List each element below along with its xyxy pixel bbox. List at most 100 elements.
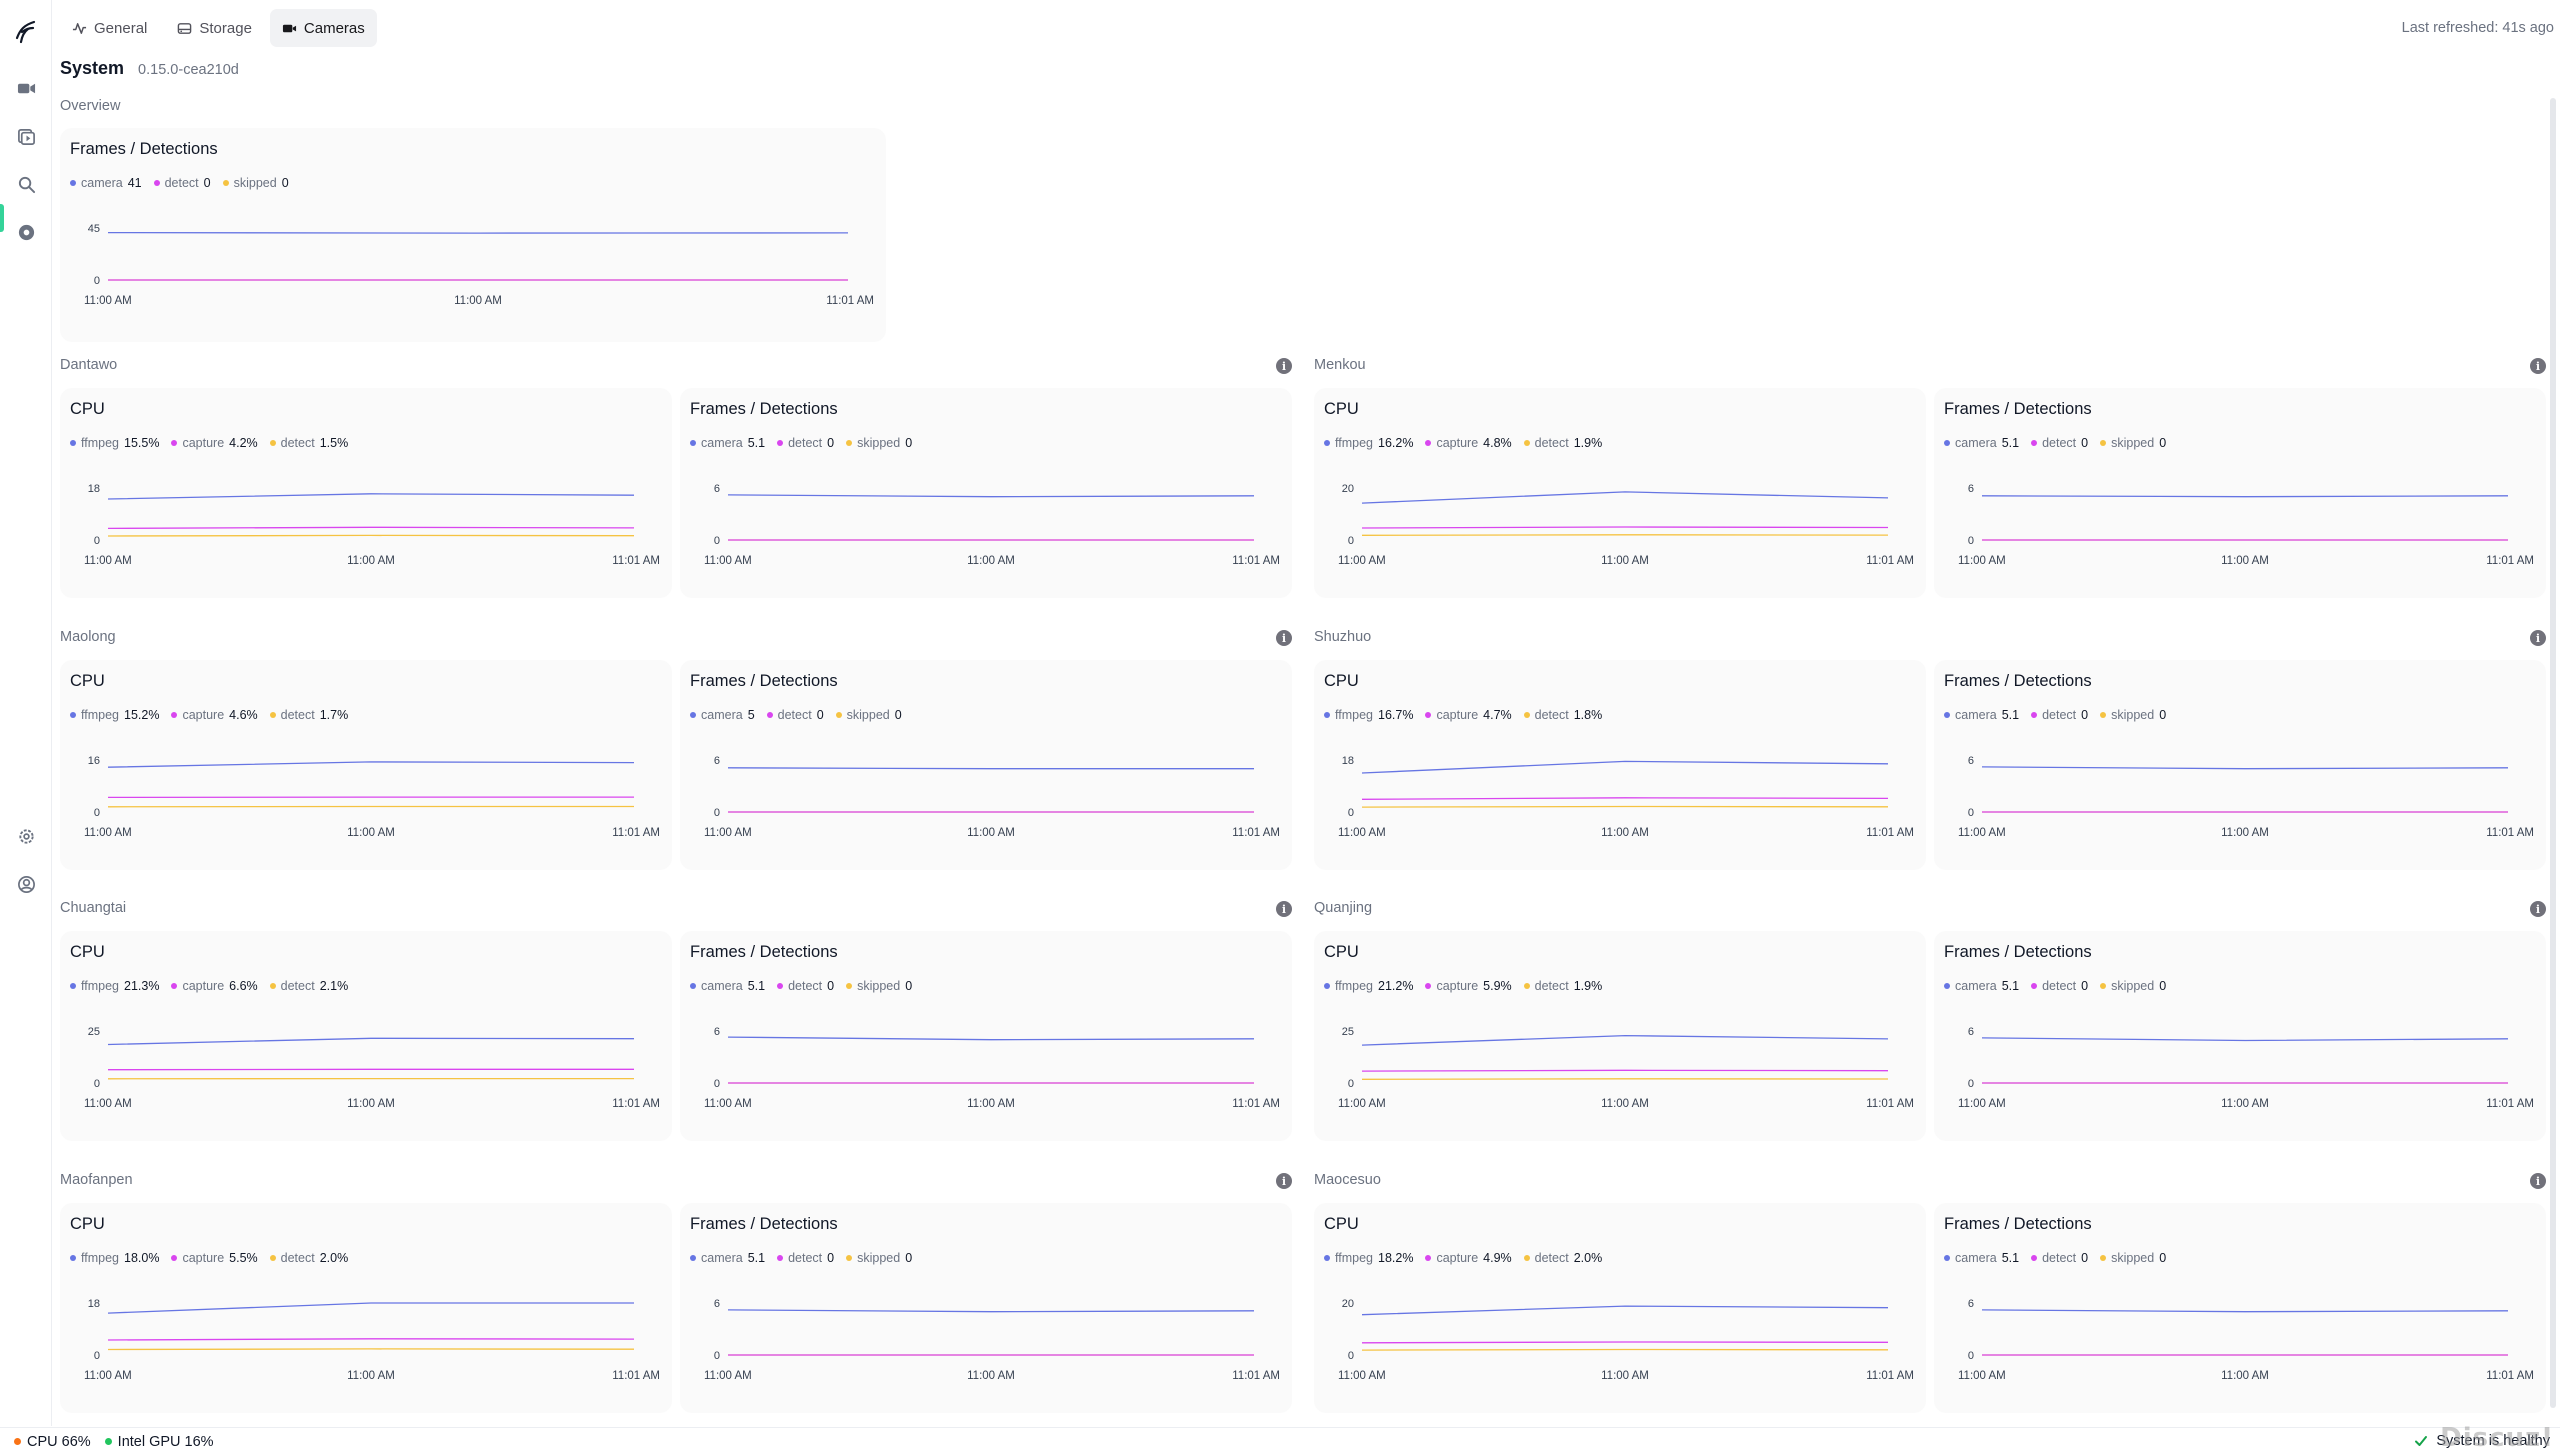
line-chart: 6 0 11:00 AM 11:00 AM 11:01 AM — [704, 483, 1280, 567]
camera-name: Maocesuo — [1314, 1172, 1381, 1188]
series-line-capture — [1361, 797, 1889, 800]
series-line-detect — [107, 1348, 635, 1351]
y-tick-top: 6 — [714, 483, 720, 495]
y-tick-top: 6 — [714, 1298, 720, 1310]
x-tick-label: 11:01 AM — [2486, 1370, 2534, 1382]
info-icon[interactable]: i — [2530, 901, 2546, 917]
cpu-card: CPU ffmpeg 21.2% capture 5.9% detect 1.9% 25 0 11… — [1314, 931, 1926, 1141]
x-tick-label: 11:00 AM — [84, 295, 132, 307]
y-tick-top: 25 — [1342, 1026, 1354, 1038]
overview-frames-card: Frames / Detections camera 41 detect 0 skippe… — [60, 128, 886, 342]
info-icon[interactable]: i — [1276, 630, 1292, 646]
x-tick-label: 11:01 AM — [1866, 1098, 1914, 1110]
live-view-icon[interactable] — [14, 76, 38, 100]
cpu-status[interactable]: CPU 66% — [14, 1434, 91, 1450]
y-tick-bottom: 0 — [1348, 1078, 1354, 1090]
y-tick-top: 6 — [714, 755, 720, 767]
x-tick-label: 11:00 AM — [2221, 1370, 2269, 1382]
search-icon[interactable] — [14, 172, 38, 196]
settings-gear-icon[interactable] — [14, 824, 38, 848]
camera-name: Quanjing — [1314, 900, 1373, 916]
x-tick-label: 11:00 AM — [704, 555, 752, 567]
page-title-text: System — [60, 58, 125, 78]
y-tick-top: 45 — [88, 223, 100, 235]
x-tick-label: 11:01 AM — [2486, 555, 2534, 567]
series-line-ffmpeg — [1361, 1305, 1889, 1316]
series-line-detect — [1361, 1078, 1889, 1080]
series-line-ffmpeg — [107, 1302, 634, 1314]
info-icon[interactable]: i — [2530, 630, 2546, 646]
line-chart: 20 0 11:00 AM 11:00 AM 11:01 AM — [1338, 1298, 1914, 1382]
line-chart: 18 0 11:00 AM 11:00 AM 11:01 AM — [1338, 755, 1914, 839]
series-line-camera — [1981, 1037, 2509, 1042]
x-tick-label: 11:01 AM — [612, 827, 660, 839]
frigate-logo-icon[interactable] — [12, 16, 40, 44]
x-tick-label: 11:01 AM — [826, 295, 874, 307]
series-line-ffmpeg — [107, 761, 635, 768]
video-icon — [282, 24, 296, 32]
y-tick-top: 6 — [1968, 755, 1974, 767]
x-tick-label: 11:00 AM — [1958, 1098, 2006, 1110]
x-tick-label: 11:00 AM — [704, 1370, 752, 1382]
active-indicator — [0, 204, 4, 232]
tab-storage[interactable]: Storage — [165, 9, 264, 47]
frames-detections-card: Frames / Detections camera 5.1 detect 0 skipp… — [680, 931, 1292, 1141]
y-tick-top: 20 — [1342, 1298, 1354, 1310]
x-tick-label: 11:00 AM — [1601, 555, 1649, 567]
info-icon[interactable]: i — [1276, 358, 1292, 374]
series-line-camera — [1981, 1309, 2509, 1313]
line-chart: 6 0 11:00 AM 11:00 AM 11:01 AM — [1958, 1026, 2534, 1110]
series-line-camera — [727, 767, 1254, 770]
x-tick-label: 11:00 AM — [347, 1098, 395, 1110]
x-tick-label: 11:00 AM — [84, 1098, 132, 1110]
series-line-detect — [107, 534, 635, 537]
tab-cameras[interactable]: Cameras — [269, 9, 377, 47]
x-tick-label: 11:00 AM — [704, 827, 752, 839]
tab-general[interactable]: General — [60, 9, 159, 47]
y-tick-bottom: 0 — [94, 1078, 100, 1090]
x-tick-label: 11:01 AM — [1232, 827, 1280, 839]
y-tick-bottom: 0 — [94, 275, 100, 287]
info-icon[interactable]: i — [1276, 901, 1292, 917]
line-chart: 25 0 11:00 AM 11:00 AM 11:01 AM — [84, 1026, 660, 1110]
frames-detections-card: Frames / Detections camera 5.1 detect 0 skipp… — [680, 1203, 1292, 1413]
x-tick-label: 11:01 AM — [1866, 1370, 1914, 1382]
y-tick-bottom: 0 — [714, 1350, 720, 1362]
explore-icon[interactable] — [14, 220, 38, 244]
gpu-status[interactable]: Intel GPU 16% — [104, 1434, 214, 1450]
line-chart: 16 0 11:00 AM 11:00 AM 11:01 AM — [84, 755, 660, 839]
x-tick-label: 11:00 AM — [2221, 1098, 2269, 1110]
left-rail — [0, 0, 52, 1426]
series-line-detect — [1361, 805, 1889, 808]
y-tick-bottom: 0 — [714, 807, 720, 819]
health-status[interactable]: System is healthy Discuz! — [2414, 1423, 2553, 1453]
x-tick-label: 11:00 AM — [1601, 1098, 1649, 1110]
y-tick-bottom: 0 — [1968, 535, 1974, 547]
series-line-capture — [1361, 526, 1889, 529]
line-chart: 6 0 11:00 AM 11:00 AM 11:01 AM — [704, 1026, 1280, 1110]
last-refreshed: Last refreshed: 41s ago — [2401, 20, 2554, 36]
series-line-ffmpeg — [1361, 491, 1889, 504]
line-chart: 45 0 11:00 AM 11:00 AM 11:01 AM — [84, 223, 874, 307]
account-icon[interactable] — [14, 872, 38, 896]
line-chart: 18 0 11:00 AM 11:00 AM 11:01 AM — [84, 1298, 660, 1382]
info-icon[interactable]: i — [2530, 358, 2546, 374]
scrollbar[interactable] — [2550, 98, 2556, 1408]
tab-label: Storage — [199, 19, 252, 37]
series-line-detect — [1361, 534, 1889, 536]
y-tick-bottom: 0 — [1348, 535, 1354, 547]
y-tick-top: 18 — [1342, 755, 1354, 767]
camera-name: Chuangtai — [60, 900, 127, 916]
review-icon[interactable] — [14, 124, 38, 148]
frames-detections-card: Frames / Detections camera 5.1 detect 0 skipp… — [1934, 660, 2546, 870]
y-tick-top: 20 — [1342, 483, 1354, 495]
tab-label: Cameras — [303, 19, 365, 37]
cpu-status-text: CPU 66% — [27, 1433, 91, 1450]
series-line-ffmpeg — [107, 493, 635, 500]
info-icon[interactable]: i — [2530, 1173, 2546, 1189]
info-icon[interactable]: i — [1276, 1173, 1292, 1189]
series-line-ffmpeg — [1361, 760, 1889, 774]
x-tick-label: 11:00 AM — [347, 555, 395, 567]
series-line-capture — [1361, 1341, 1889, 1344]
x-tick-label: 11:00 AM — [2221, 827, 2269, 839]
